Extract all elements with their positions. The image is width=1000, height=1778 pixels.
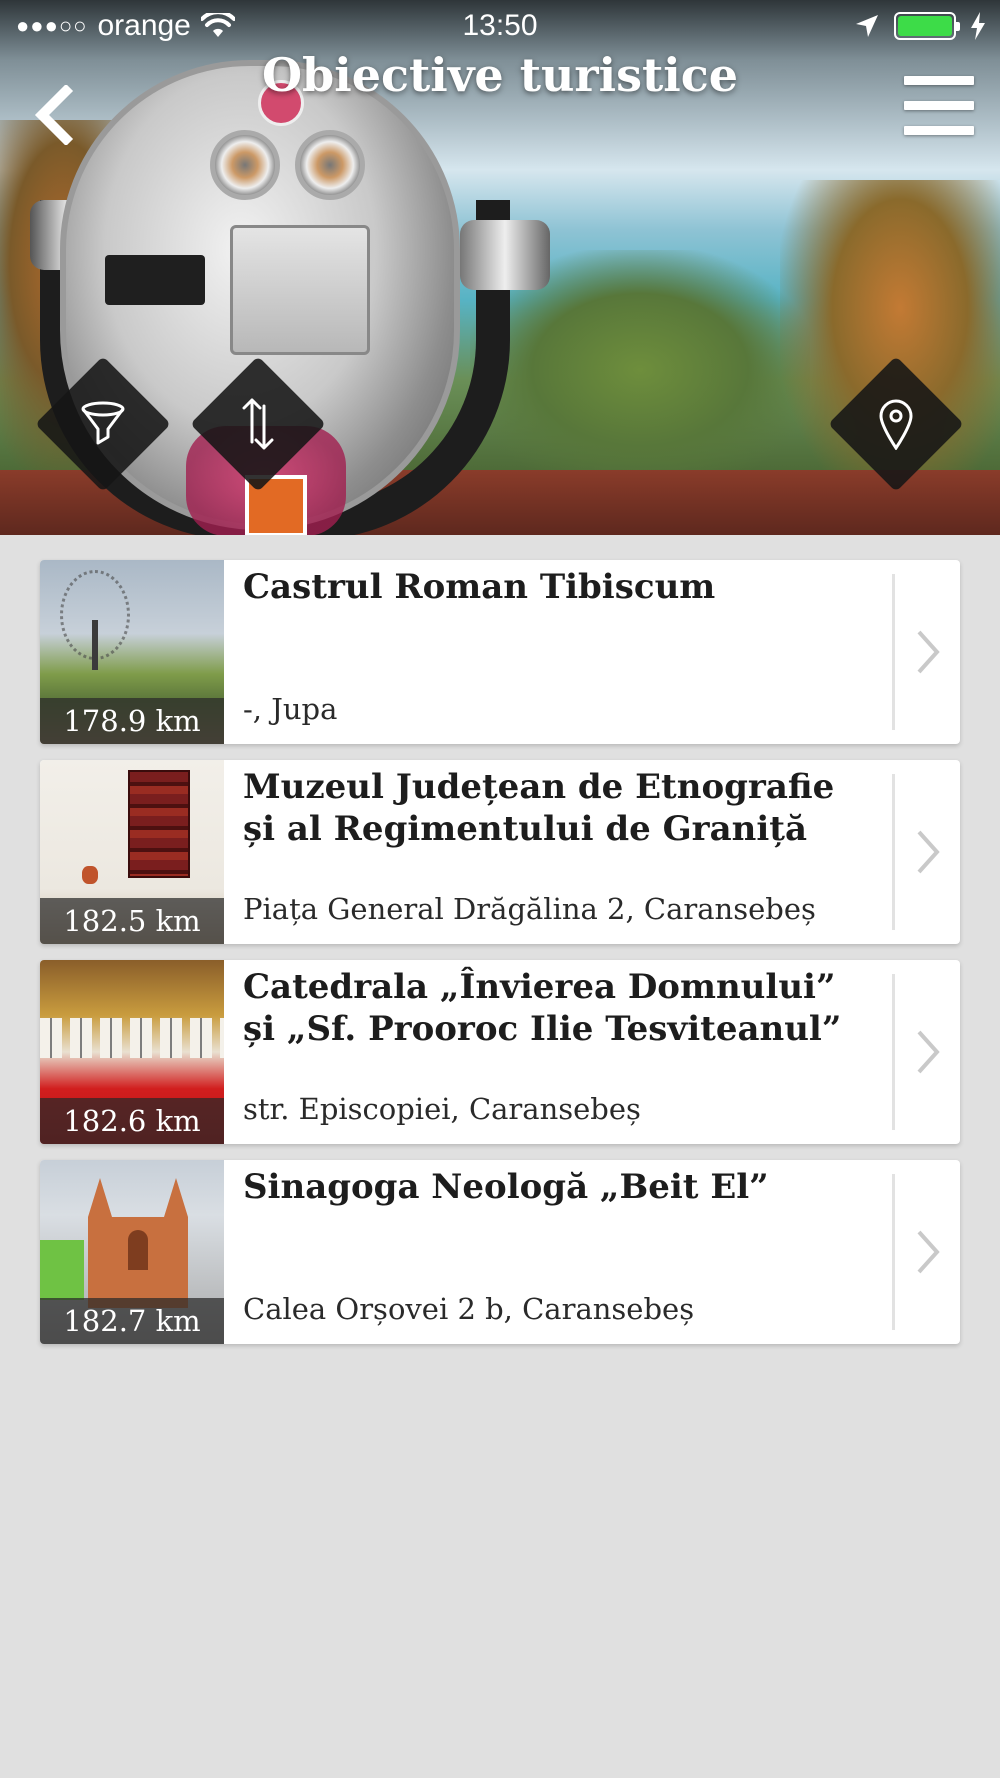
filter-button[interactable] [35,356,171,492]
place-thumbnail: 182.7 km [40,1160,224,1344]
chevron-right-icon [917,1030,940,1074]
page-title: Obiective turistice [261,48,738,102]
sort-arrows-icon [242,398,274,450]
chevron-right-icon [917,1230,940,1274]
place-address: -, Jupa [243,692,338,726]
place-name: Castrul Roman Tibiscum [243,567,716,607]
open-detail-button[interactable] [892,574,960,730]
battery-icon [894,12,960,40]
charging-bolt-icon [971,12,985,40]
open-detail-button[interactable] [892,1174,960,1330]
open-detail-button[interactable] [892,974,960,1130]
places-list: 178.9 km Castrul Roman Tibiscum -, Jupa … [40,560,960,1360]
status-bar: ●●●○○ orange 13:50 [0,0,1000,54]
place-address: Calea Orșovei 2 b, Caransebeș [243,1292,695,1326]
distance-label: 182.5 km [40,898,224,944]
distance-label: 182.6 km [40,1098,224,1144]
place-address: str. Episcopiei, Caransebeș [243,1092,641,1126]
hamburger-icon [904,76,974,85]
chevron-right-icon [917,830,940,874]
list-item[interactable]: 178.9 km Castrul Roman Tibiscum -, Jupa [40,560,960,744]
distance-label: 178.9 km [40,698,224,744]
place-thumbnail: 182.6 km [40,960,224,1144]
map-button[interactable] [828,356,964,492]
list-item[interactable]: 182.5 km Muzeul Județean de Etnografie ș… [40,760,960,944]
distance-label: 182.7 km [40,1298,224,1344]
list-item[interactable]: 182.7 km Sinagoga Neologă „Beit El” Cale… [40,1160,960,1344]
place-name: Muzeul Județean de Etnografie și al Regi… [243,767,835,849]
back-button[interactable] [22,80,82,150]
hamburger-line [904,101,974,110]
hamburger-line [904,126,974,135]
menu-button[interactable] [904,76,974,138]
place-name: Sinagoga Neologă „Beit El” [243,1167,769,1207]
location-arrow-icon [856,15,878,37]
place-thumbnail: 182.5 km [40,760,224,944]
map-pin-icon [879,399,913,450]
open-detail-button[interactable] [892,774,960,930]
chevron-left-icon [34,85,74,145]
place-thumbnail: 178.9 km [40,560,224,744]
list-item[interactable]: 182.6 km Catedrala „Învierea Domnului” ș… [40,960,960,1144]
sort-button[interactable] [190,356,326,492]
funnel-icon [81,401,125,445]
place-name: Catedrala „Învierea Domnului” și „Sf. Pr… [243,967,842,1049]
place-address: Piața General Drăgălina 2, Caransebeș [243,892,816,926]
status-time: 13:50 [462,9,538,42]
chevron-right-icon [917,630,940,674]
